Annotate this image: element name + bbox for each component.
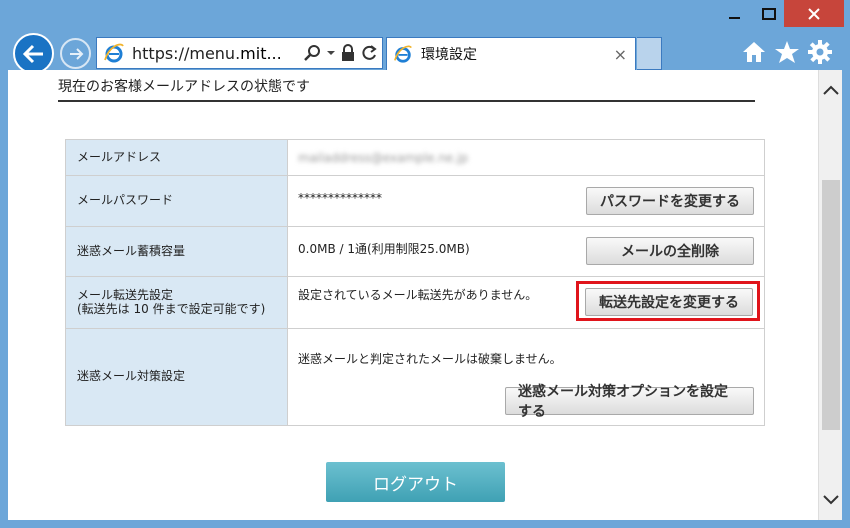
scroll-up-button[interactable] [819, 78, 843, 102]
address-bar[interactable]: https://menu.mit... [96, 37, 383, 69]
forward-button[interactable] [60, 38, 91, 69]
email-address: mailaddress@example.ne.jp [298, 151, 469, 165]
lock-icon[interactable] [340, 44, 356, 62]
dropdown-icon[interactable] [326, 49, 336, 57]
favorites-star-icon[interactable] [773, 38, 801, 66]
row-value: 0.0MB / 1通(利用制限25.0MB) メールの全削除 [287, 226, 765, 277]
row-value: 迷惑メールと判定されたメールは破棄しません。 迷惑メール対策オプションを設定する [287, 328, 765, 426]
url-text: https://menu.mit... [132, 43, 282, 63]
change-password-button[interactable]: パスワードを変更する [586, 187, 754, 215]
row-label-line1: メール転送先設定 [77, 287, 174, 302]
page-content: 現在のお客様メールアドレスの状態です メールアドレス mailaddress@e… [8, 70, 818, 520]
chevron-up-icon [823, 85, 839, 95]
home-icon[interactable] [740, 38, 768, 66]
spam-options-button[interactable]: 迷惑メール対策オプションを設定する [505, 384, 754, 420]
maximize-button[interactable] [754, 0, 784, 27]
browser-window: https://menu.mit... 環境設定 × 現在のお客様メールアドレス… [0, 0, 850, 528]
highlight-box [576, 281, 760, 321]
spam-policy-status: 迷惑メールと判定されたメールは破棄しません。 [298, 352, 562, 366]
minimize-button[interactable] [716, 0, 754, 27]
table-row: メール転送先設定 (転送先は 10 件まで設定可能です) 設定されているメール転… [65, 276, 765, 329]
maximize-icon [762, 7, 776, 20]
section-heading: 現在のお客様メールアドレスの状態です [58, 76, 755, 102]
row-label: 迷惑メール蓄積容量 [65, 226, 288, 277]
ie-logo-icon [104, 43, 124, 63]
row-label: メール転送先設定 (転送先は 10 件まで設定可能です) [65, 276, 288, 329]
row-value: 設定されているメール転送先がありません。 転送先設定を変更する [287, 276, 765, 329]
close-icon [808, 7, 820, 20]
tab-close-button[interactable]: × [614, 45, 627, 64]
chevron-down-icon [823, 495, 839, 505]
tab-settings[interactable]: 環境設定 × [386, 37, 636, 70]
vertical-scrollbar[interactable] [818, 70, 842, 520]
search-icon[interactable] [304, 44, 322, 62]
new-tab-button[interactable] [637, 37, 662, 70]
row-label: メールパスワード [65, 175, 288, 227]
table-row: メールアドレス mailaddress@example.ne.jp [65, 139, 765, 176]
table-row: メールパスワード ************** パスワードを変更する [65, 175, 765, 227]
row-value: mailaddress@example.ne.jp [287, 139, 765, 176]
tab-title: 環境設定 [421, 47, 477, 63]
table-row: 迷惑メール蓄積容量 0.0MB / 1通(利用制限25.0MB) メールの全削除 [65, 226, 765, 277]
close-window-button[interactable] [784, 0, 844, 27]
storage-usage: 0.0MB / 1通(利用制限25.0MB) [298, 242, 470, 256]
mail-settings-table: メールアドレス mailaddress@example.ne.jp メールパスワ… [65, 139, 765, 426]
delete-all-mail-button[interactable]: メールの全削除 [586, 237, 754, 265]
ie-logo-icon [394, 45, 412, 63]
back-button[interactable] [13, 33, 54, 74]
minimize-icon [729, 16, 740, 19]
gear-icon[interactable] [806, 38, 834, 66]
forward-arrow-icon [69, 47, 83, 60]
logout-button[interactable]: ログアウト [326, 462, 505, 502]
back-arrow-icon [22, 44, 43, 63]
scroll-thumb[interactable] [822, 180, 840, 430]
table-row: 迷惑メール対策設定 迷惑メールと判定されたメールは破棄しません。 迷惑メール対策… [65, 328, 765, 426]
row-label-line2: (転送先は 10 件まで設定可能です) [77, 301, 266, 316]
row-label: 迷惑メール対策設定 [65, 328, 288, 426]
scroll-down-button[interactable] [819, 488, 843, 512]
row-value: ************** パスワードを変更する [287, 175, 765, 227]
password-mask: ************** [298, 191, 382, 205]
forwarding-status: 設定されているメール転送先がありません。 [298, 288, 538, 302]
row-label: メールアドレス [65, 139, 288, 176]
refresh-icon[interactable] [360, 44, 378, 62]
